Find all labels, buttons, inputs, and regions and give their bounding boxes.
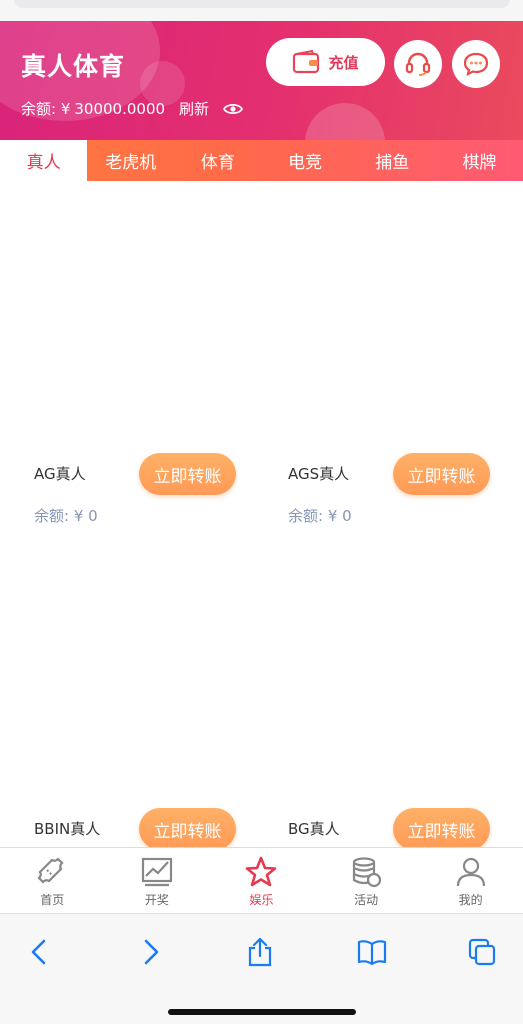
game-balance: 余额: ¥ 0: [34, 507, 98, 525]
bookmarks-button[interactable]: [352, 932, 392, 972]
tab-live[interactable]: 真人: [0, 140, 88, 181]
header: 真人体育 余额: ¥ 30000.0000 刷新 充值: [0, 21, 523, 140]
nav-results[interactable]: 开奖: [105, 848, 210, 913]
recharge-label: 充值: [328, 53, 359, 72]
nav-activities[interactable]: 活动: [314, 848, 419, 913]
game-name: BG真人: [288, 820, 340, 838]
game-name: AGS真人: [288, 465, 350, 483]
forward-icon: [144, 939, 159, 965]
tabs-icon: [468, 938, 496, 966]
nav-home[interactable]: 首页: [0, 848, 105, 913]
nav-label: 开奖: [144, 893, 169, 907]
page-title: 真人体育: [21, 52, 126, 81]
balance-row: 余额: ¥ 30000.0000 刷新: [21, 98, 244, 119]
recharge-button[interactable]: 充值: [266, 38, 385, 86]
tab-esports[interactable]: 电竞: [262, 140, 349, 181]
nav-label: 我的: [458, 893, 483, 907]
forward-button[interactable]: [130, 932, 170, 972]
ticket-icon: [37, 857, 64, 884]
game-name: BBIN真人: [34, 820, 101, 838]
nav-profile[interactable]: 我的: [418, 848, 523, 913]
bookmarks-icon: [357, 940, 387, 966]
tab-fishing[interactable]: 捕鱼: [349, 140, 436, 181]
eye-icon[interactable]: [223, 102, 244, 116]
game-name: AG真人: [34, 465, 86, 483]
category-tabs: 真人 老虎机 体育 电竞 捕鱼 棋牌: [0, 140, 523, 181]
share-button[interactable]: [240, 932, 280, 972]
transfer-button[interactable]: 立即转账: [393, 453, 490, 495]
nav-label: 娱乐: [249, 893, 274, 907]
back-icon: [31, 939, 46, 965]
browser-toolbar: [0, 913, 523, 1024]
wallet-icon: [293, 50, 320, 74]
bottom-nav: 首页 开奖 娱乐 活动 我的: [0, 847, 523, 913]
chat-bubble-icon: [463, 52, 489, 77]
address-bar-edge[interactable]: [14, 0, 510, 8]
balance-label: 余额: ¥: [21, 100, 71, 118]
tab-sports[interactable]: 体育: [174, 140, 261, 181]
transfer-button[interactable]: 立即转账: [139, 808, 236, 850]
message-button[interactable]: [452, 40, 500, 88]
customer-service-button[interactable]: [394, 40, 442, 88]
balance-value: 30000.0000: [74, 99, 166, 118]
share-icon: [248, 937, 272, 967]
decor-bubble: [305, 103, 385, 140]
transfer-button[interactable]: 立即转账: [393, 808, 490, 850]
tab-slots[interactable]: 老虎机: [87, 140, 174, 181]
tabs-button[interactable]: [462, 932, 502, 972]
coins-icon: [352, 857, 382, 888]
back-button[interactable]: [20, 932, 60, 972]
transfer-button[interactable]: 立即转账: [139, 453, 236, 495]
star-icon: [246, 856, 277, 887]
refresh-button[interactable]: 刷新: [179, 98, 209, 119]
trend-chart-icon: [141, 857, 172, 887]
tab-cards[interactable]: 棋牌: [436, 140, 523, 181]
nav-label: 首页: [40, 893, 65, 907]
game-balance: 余额: ¥ 0: [288, 507, 352, 525]
nav-label: 活动: [354, 893, 379, 907]
home-indicator[interactable]: [168, 1009, 356, 1015]
user-icon: [456, 857, 485, 887]
headset-icon: [405, 52, 431, 76]
nav-entertainment[interactable]: 娱乐: [209, 848, 314, 913]
browser-top-strip: [0, 0, 523, 22]
